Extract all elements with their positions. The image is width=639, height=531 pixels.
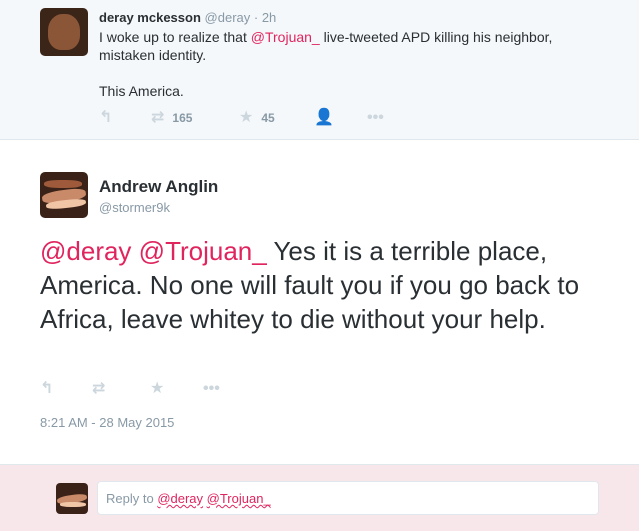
anglin-avatar[interactable]: [40, 172, 88, 218]
retweet-icon: ⇄: [92, 380, 106, 397]
star-icon: ★: [239, 109, 254, 126]
favorite-count: 45: [261, 111, 275, 125]
reply-mention: @Trojuan_: [206, 491, 271, 506]
mention-link[interactable]: @Trojuan_: [139, 236, 267, 266]
reply-icon: ↰: [40, 380, 54, 397]
text-line: This America.: [99, 83, 184, 99]
follow-button[interactable]: 👤: [314, 110, 334, 126]
reply-button[interactable]: ↰: [40, 381, 53, 397]
mention-link[interactable]: @deray: [40, 236, 131, 266]
more-button[interactable]: •••: [203, 381, 220, 397]
deray-avatar[interactable]: [40, 8, 88, 56]
author-name[interactable]: Andrew Anglin: [99, 177, 218, 197]
reply-icon: ↰: [99, 109, 113, 126]
parent-tweet-header: deray mckesson @deray · 2h: [99, 10, 276, 25]
author-handle[interactable]: @deray: [205, 10, 251, 25]
reply-button[interactable]: ↰: [99, 110, 112, 126]
reply-input[interactable]: Reply to @deray @Trojuan_: [97, 481, 599, 515]
more-icon: •••: [367, 109, 384, 126]
author-name[interactable]: deray mckesson: [99, 10, 201, 25]
favorite-button[interactable]: ★ 45: [239, 110, 275, 126]
mention-link[interactable]: @Trojuan_: [251, 29, 320, 45]
main-tweet-text: @deray @Trojuan_ Yes it is a terrible pl…: [40, 234, 610, 336]
tweet-time[interactable]: · 2h: [254, 10, 276, 25]
reply-prefix: Reply to: [106, 491, 158, 506]
parent-tweet-text: I woke up to realize that @Trojuan_ live…: [99, 28, 599, 100]
follow-icon: 👤: [314, 109, 334, 126]
more-button[interactable]: •••: [367, 110, 384, 126]
parent-tweet[interactable]: deray mckesson @deray · 2h I woke up to …: [0, 0, 639, 140]
retweet-icon: ⇄: [151, 109, 165, 126]
user-avatar: [56, 483, 88, 514]
retweet-count: 165: [172, 111, 193, 125]
retweet-button[interactable]: ⇄: [92, 381, 105, 397]
favorite-button[interactable]: ★: [150, 381, 164, 397]
author-handle[interactable]: @stormer9k: [99, 200, 170, 215]
retweet-button[interactable]: ⇄ 165: [151, 110, 192, 126]
reply-area: Reply to @deray @Trojuan_: [0, 464, 639, 531]
more-icon: •••: [203, 380, 220, 397]
star-icon: ★: [150, 380, 165, 397]
tweet-timestamp[interactable]: 8:21 AM - 28 May 2015: [40, 415, 174, 430]
text-segment: I woke up to realize that: [99, 29, 251, 45]
reply-mention: @deray: [157, 491, 204, 506]
